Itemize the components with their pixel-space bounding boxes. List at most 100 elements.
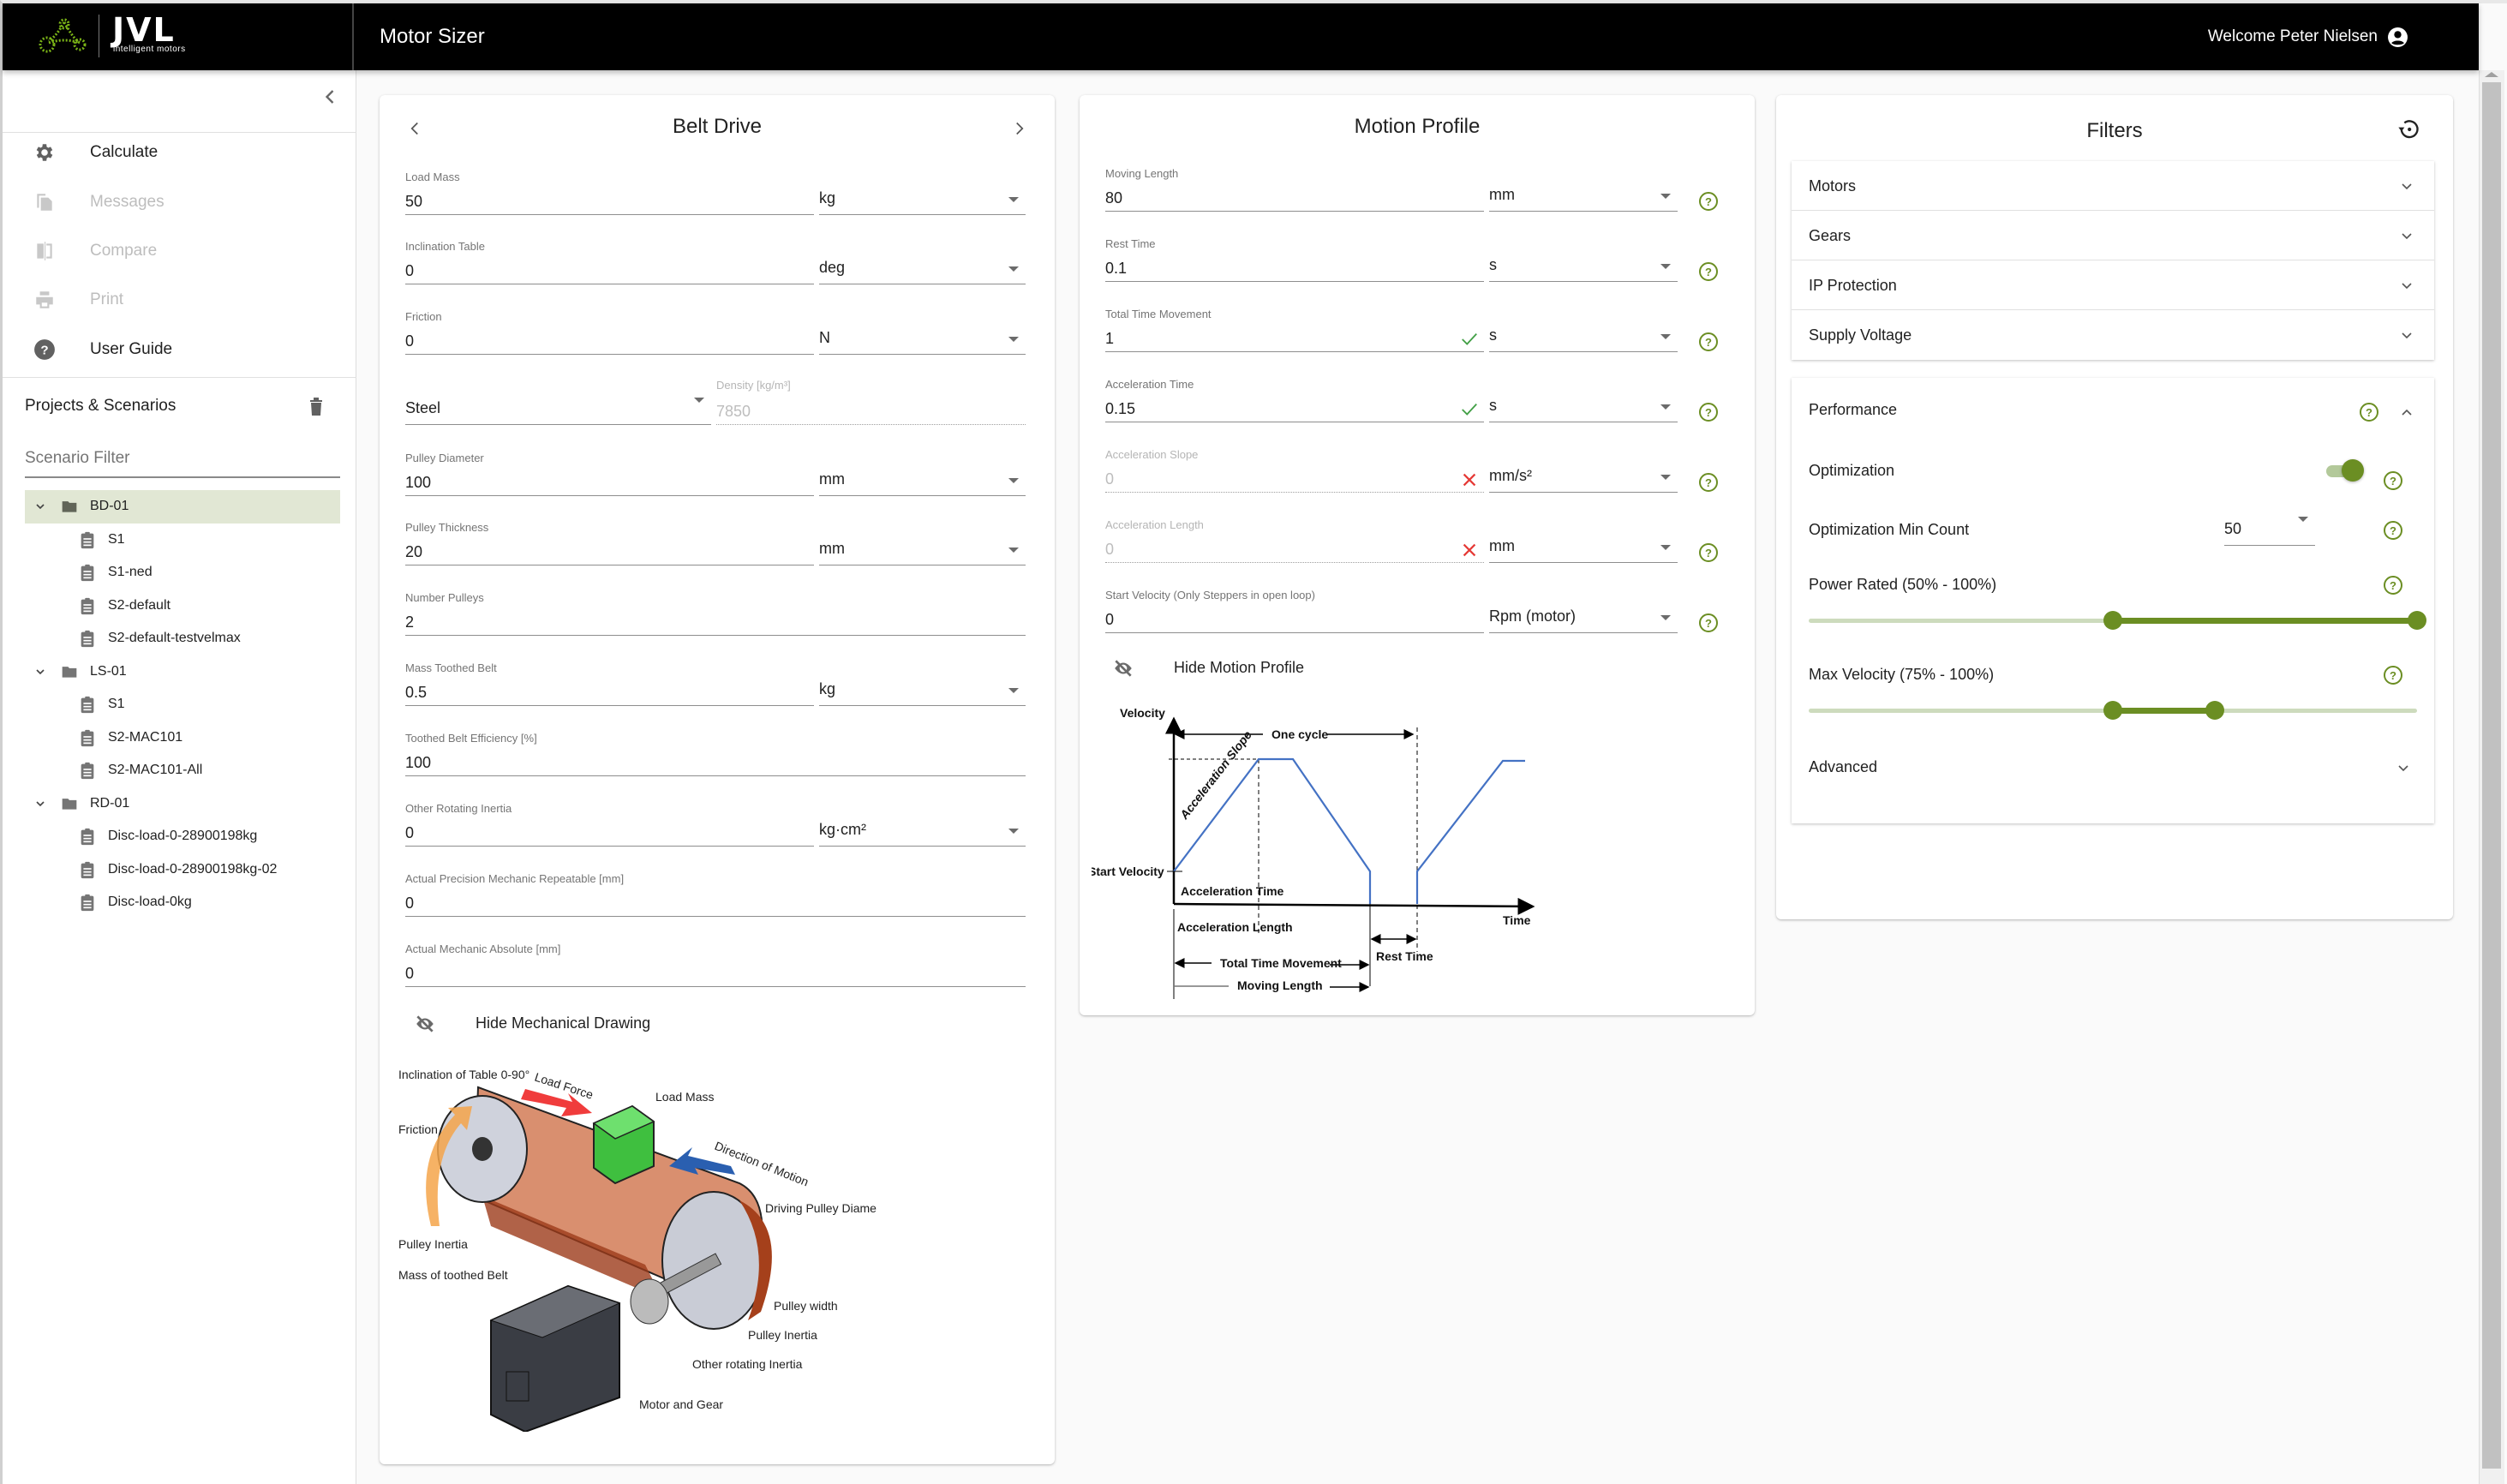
slider-min-thumb[interactable] xyxy=(2103,611,2122,630)
chevron-down-icon[interactable] xyxy=(33,500,47,513)
field-input[interactable] xyxy=(405,324,814,355)
unit-select[interactable]: deg xyxy=(819,254,1026,284)
density-input[interactable] xyxy=(716,394,1026,425)
field-input[interactable] xyxy=(405,465,814,496)
chevron-down-icon[interactable] xyxy=(33,797,47,811)
unit-select[interactable]: mm xyxy=(819,535,1026,565)
field-input[interactable] xyxy=(405,184,814,215)
unit-select[interactable]: mm xyxy=(819,465,1026,496)
unit-select[interactable]: mm/s² xyxy=(1489,462,1678,493)
tree-project[interactable]: BD-01 xyxy=(25,490,340,524)
field-input[interactable] xyxy=(405,745,1026,776)
logo[interactable]: JVL intelligent motors xyxy=(3,3,354,70)
unit-select[interactable]: kg xyxy=(819,184,1026,215)
vertical-scrollbar[interactable] xyxy=(2479,70,2504,1484)
performance-header[interactable]: Performance ? xyxy=(1792,378,2434,428)
field-input[interactable] xyxy=(405,816,814,847)
trash-icon[interactable] xyxy=(308,396,325,416)
filter-section-motors[interactable]: Motors xyxy=(1792,161,2434,211)
field-input[interactable] xyxy=(405,886,1026,917)
help-icon[interactable]: ? xyxy=(1698,261,1719,282)
panel-title: Motion Profile xyxy=(1354,115,1481,138)
hide-motion-profile-toggle[interactable]: Hide Motion Profile xyxy=(1112,657,1304,679)
tree-scenario[interactable]: S1-ned xyxy=(25,556,340,589)
tree-scenario[interactable]: S1 xyxy=(25,688,340,721)
scenario-filter-input[interactable] xyxy=(25,440,340,478)
help-icon[interactable]: ? xyxy=(1698,332,1719,352)
filter-section-gears[interactable]: Gears xyxy=(1792,211,2434,260)
unit-select[interactable]: Rpm (motor) xyxy=(1489,602,1678,633)
unit-select[interactable]: s xyxy=(1489,321,1678,352)
menu-print[interactable]: Print xyxy=(3,276,356,324)
caret-down-icon xyxy=(2298,517,2308,522)
menu-compare[interactable]: Compare xyxy=(3,227,356,275)
field-input[interactable] xyxy=(405,605,1026,636)
field-input[interactable] xyxy=(1105,602,1484,633)
max-velocity-slider[interactable] xyxy=(1809,701,2417,721)
tree-scenario[interactable]: Disc-load-0kg xyxy=(25,886,340,919)
tree-scenario[interactable]: S2-default xyxy=(25,589,340,623)
menu-user-guide[interactable]: ? User Guide xyxy=(3,326,356,374)
field-input[interactable] xyxy=(405,956,1026,987)
tree-scenario[interactable]: S2-default-testvelmax xyxy=(25,622,340,655)
help-icon[interactable]: ? xyxy=(2359,402,2379,422)
field-input[interactable] xyxy=(1105,181,1484,212)
tree-project[interactable]: LS-01 xyxy=(25,655,340,689)
chevron-down-icon[interactable] xyxy=(33,665,47,679)
tree-project[interactable]: RD-01 xyxy=(25,787,340,821)
help-icon[interactable]: ? xyxy=(1698,402,1719,422)
unit-select[interactable]: kg xyxy=(819,675,1026,706)
field-input[interactable] xyxy=(1105,532,1484,563)
field-input[interactable] xyxy=(1105,392,1484,422)
menu-messages[interactable]: Messages xyxy=(3,178,356,226)
field-input[interactable] xyxy=(405,254,814,284)
field-input[interactable] xyxy=(405,535,814,565)
scroll-thumb[interactable] xyxy=(2482,82,2501,1469)
account-circle-icon[interactable] xyxy=(2387,27,2408,48)
material-select[interactable]: Steel xyxy=(405,394,711,425)
chevron-left-icon xyxy=(325,90,334,104)
menu-calculate[interactable]: Calculate xyxy=(3,129,356,177)
tree-scenario[interactable]: S2-MAC101 xyxy=(25,721,340,755)
help-icon[interactable]: ? xyxy=(2383,575,2403,595)
advanced-header[interactable]: Advanced xyxy=(1792,738,2434,789)
slider-max-thumb[interactable] xyxy=(2205,701,2224,720)
help-circle-icon: ? xyxy=(34,339,55,360)
field-input[interactable] xyxy=(405,675,814,706)
help-icon[interactable]: ? xyxy=(1698,542,1719,563)
tree-scenario[interactable]: Disc-load-0-28900198kg-02 xyxy=(25,853,340,887)
unit-select[interactable]: s xyxy=(1489,392,1678,422)
help-icon[interactable]: ? xyxy=(2383,665,2403,685)
hide-mechanical-drawing-toggle[interactable]: Hide Mechanical Drawing xyxy=(414,1013,650,1035)
tree-scenario[interactable]: S2-MAC101-All xyxy=(25,754,340,787)
field-input[interactable] xyxy=(1105,251,1484,282)
svg-text:?: ? xyxy=(1705,476,1712,489)
restore-icon[interactable] xyxy=(2396,117,2420,141)
unit-select[interactable]: s xyxy=(1489,251,1678,282)
help-icon[interactable]: ? xyxy=(1698,472,1719,493)
svg-text:?: ? xyxy=(1705,547,1712,559)
unit-select[interactable]: kg·cm² xyxy=(819,816,1026,847)
optimization-toggle[interactable] xyxy=(2323,458,2364,482)
filter-section-ip-protection[interactable]: IP Protection xyxy=(1792,260,2434,310)
collapse-sidebar-button[interactable] xyxy=(318,85,342,109)
next-button[interactable] xyxy=(1008,116,1031,141)
unit-select[interactable]: mm xyxy=(1489,532,1678,563)
tree-scenario[interactable]: S1 xyxy=(25,524,340,557)
help-icon[interactable]: ? xyxy=(1698,191,1719,212)
help-icon[interactable]: ? xyxy=(2383,520,2403,541)
unit-select[interactable]: N xyxy=(819,324,1026,355)
unit-select[interactable]: mm xyxy=(1489,181,1678,212)
field-input[interactable] xyxy=(1105,462,1484,493)
power-rated-slider[interactable] xyxy=(1809,611,2426,631)
filter-section-supply-voltage[interactable]: Supply Voltage xyxy=(1792,310,2434,360)
slider-max-thumb[interactable] xyxy=(2408,611,2426,630)
help-icon[interactable]: ? xyxy=(2383,470,2403,491)
slider-min-thumb[interactable] xyxy=(2103,701,2122,720)
label-pulley-inertia-left: Pulley Inertia xyxy=(398,1237,468,1251)
min-count-select[interactable]: 50 xyxy=(2224,515,2315,546)
tree-scenario[interactable]: Disc-load-0-28900198kg xyxy=(25,820,340,853)
field-input[interactable] xyxy=(1105,321,1484,352)
scroll-up-arrow[interactable] xyxy=(2485,72,2498,77)
help-icon[interactable]: ? xyxy=(1698,613,1719,633)
